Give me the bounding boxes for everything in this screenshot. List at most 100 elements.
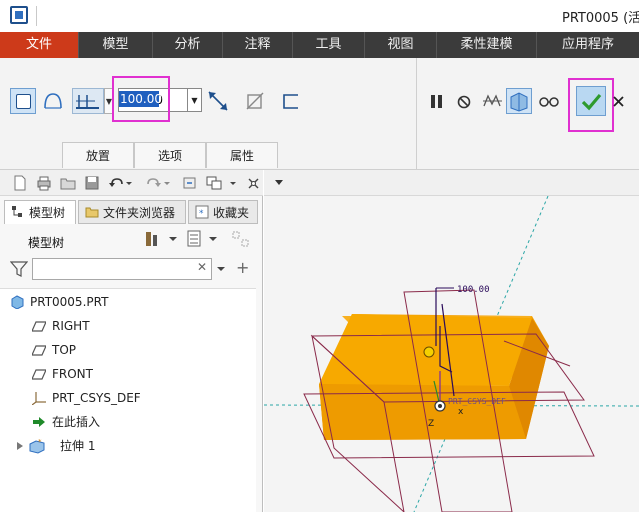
insert-arrow-icon <box>33 417 45 427</box>
no-preview-button[interactable] <box>452 88 478 114</box>
remove-material-icon <box>246 92 264 110</box>
attached-preview-button[interactable] <box>506 88 532 114</box>
windows-icon[interactable] <box>206 175 222 191</box>
tab-folder-browser[interactable]: 文件夹浏览器 <box>78 200 186 224</box>
menu-file[interactable]: 文件 <box>0 32 78 58</box>
model-tree-icon <box>12 206 22 217</box>
tree-filter-toggle-icon[interactable] <box>232 230 252 248</box>
extrude-ribbon: ▼ 100.00 ▼ 放置 选项 属性 <box>0 58 639 170</box>
surface-icon <box>44 93 62 109</box>
blind-depth-icon <box>76 95 99 109</box>
undo-icon[interactable] <box>108 175 124 191</box>
search-dropdown-icon[interactable] <box>216 264 226 274</box>
add-filter-icon[interactable]: + <box>236 258 249 277</box>
cancel-button[interactable] <box>610 88 628 114</box>
svg-text:*: * <box>199 209 204 219</box>
tab-model-tree-label: 模型树 <box>29 206 66 220</box>
depth-dimension-label[interactable]: 100.00 <box>457 285 490 295</box>
new-file-icon[interactable] <box>12 175 28 191</box>
filter-icon[interactable] <box>10 260 28 278</box>
tree-node-front[interactable]: FRONT <box>32 364 232 384</box>
open-folder-icon[interactable] <box>60 175 76 191</box>
depth-type-button[interactable] <box>72 88 104 114</box>
regenerate-icon[interactable] <box>182 175 198 191</box>
glasses-icon <box>539 97 559 107</box>
menu-model[interactable]: 模型 <box>78 32 152 58</box>
surface-button[interactable] <box>40 88 66 114</box>
folder-icon <box>85 207 99 218</box>
3d-scene: 100.00 PRT_CSYS_DEF Z x <box>264 196 639 512</box>
menu-bar: 文件 模型 分析 注释 工具 视图 柔性建模 应用程序 <box>0 32 639 58</box>
windows-dropdown-icon[interactable] <box>228 175 238 191</box>
menu-analysis[interactable]: 分析 <box>152 32 222 58</box>
preview-button[interactable] <box>480 88 506 114</box>
menu-tools[interactable]: 工具 <box>292 32 364 58</box>
tree-node-insert-here[interactable]: 在此插入 <box>32 412 232 432</box>
expand-arrow-icon[interactable] <box>16 441 24 451</box>
pause-icon <box>431 95 442 108</box>
svg-text:*: * <box>38 438 42 446</box>
title-separator <box>36 6 37 26</box>
depth-value-dropdown[interactable]: ▼ <box>188 88 202 112</box>
pause-button[interactable] <box>424 88 450 114</box>
graphics-toolbar-dropdown-icon[interactable] <box>274 179 284 187</box>
graphics-viewport[interactable]: 100.00 PRT_CSYS_DEF Z x <box>264 196 639 512</box>
tab-placement[interactable]: 放置 <box>62 142 134 168</box>
graphics-toolbar <box>264 170 639 196</box>
part-icon <box>11 295 24 309</box>
search-input[interactable] <box>32 258 212 280</box>
tree-node-extrude[interactable]: * 拉伸 1 <box>16 436 236 456</box>
menu-applications[interactable]: 应用程序 <box>536 32 639 58</box>
no-preview-icon <box>457 95 471 109</box>
save-icon[interactable] <box>84 175 100 191</box>
menu-flexible-modeling[interactable]: 柔性建模 <box>436 32 536 58</box>
close-window-icon[interactable] <box>246 175 262 191</box>
datum-plane-icon <box>32 321 46 332</box>
tab-favorites[interactable]: * 收藏夹 <box>188 200 258 224</box>
tree-settings-dropdown-icon[interactable] <box>168 234 178 244</box>
attached-preview-icon <box>510 92 528 112</box>
model-tree-heading: 模型树 <box>28 236 65 250</box>
tree-node-csys[interactable]: PRT_CSYS_DEF <box>32 388 232 408</box>
solid-icon <box>16 94 31 109</box>
clear-search-icon[interactable]: ✕ <box>197 260 207 274</box>
verify-button[interactable] <box>536 88 562 114</box>
csys-icon <box>32 392 46 405</box>
thicken-icon <box>283 94 298 109</box>
tab-folder-browser-label: 文件夹浏览器 <box>103 206 176 220</box>
show-options-icon[interactable] <box>186 230 204 248</box>
menu-view[interactable]: 视图 <box>364 32 436 58</box>
depth-highlight-box <box>112 76 170 122</box>
redo-dropdown-icon[interactable] <box>162 175 172 191</box>
undo-dropdown-icon[interactable] <box>124 175 134 191</box>
csys-label: PRT_CSYS_DEF <box>448 397 506 406</box>
ribbon-divider <box>416 58 417 170</box>
solid-button[interactable] <box>10 88 36 114</box>
remove-material-button[interactable] <box>242 88 268 114</box>
tree-settings-icon[interactable] <box>144 230 162 248</box>
tab-options[interactable]: 选项 <box>134 142 206 168</box>
tree-node-part[interactable]: PRT0005.PRT <box>10 292 250 312</box>
redo-icon[interactable] <box>146 175 162 191</box>
flip-direction-button[interactable] <box>205 88 231 114</box>
z-axis-label: Z <box>428 419 434 429</box>
datum-plane-icon <box>32 345 46 356</box>
print-icon[interactable] <box>36 175 52 191</box>
tree-node-top[interactable]: TOP <box>32 340 232 360</box>
extrude-icon: * <box>29 438 45 454</box>
title-bar: PRT0005 (活 <box>0 0 639 32</box>
x-axis-label: x <box>458 407 464 417</box>
checkmark-icon <box>581 93 602 111</box>
menu-annotate[interactable]: 注释 <box>222 32 292 58</box>
tab-favorites-label: 收藏夹 <box>213 206 250 220</box>
navigator-panel: 模型树 文件夹浏览器 * 收藏夹 模型树 ✕ + PRT0005.PRT RIG… <box>0 196 263 512</box>
thicken-sketch-button[interactable] <box>278 88 304 114</box>
app-icon[interactable] <box>10 6 28 24</box>
datum-plane-icon <box>32 369 46 380</box>
tree-node-right[interactable]: RIGHT <box>32 316 232 336</box>
tab-model-tree[interactable]: 模型树 <box>4 200 76 224</box>
tab-properties[interactable]: 属性 <box>206 142 278 168</box>
quick-access-toolbar <box>0 170 263 196</box>
ok-button[interactable] <box>576 86 606 116</box>
show-dropdown-icon[interactable] <box>208 234 218 244</box>
